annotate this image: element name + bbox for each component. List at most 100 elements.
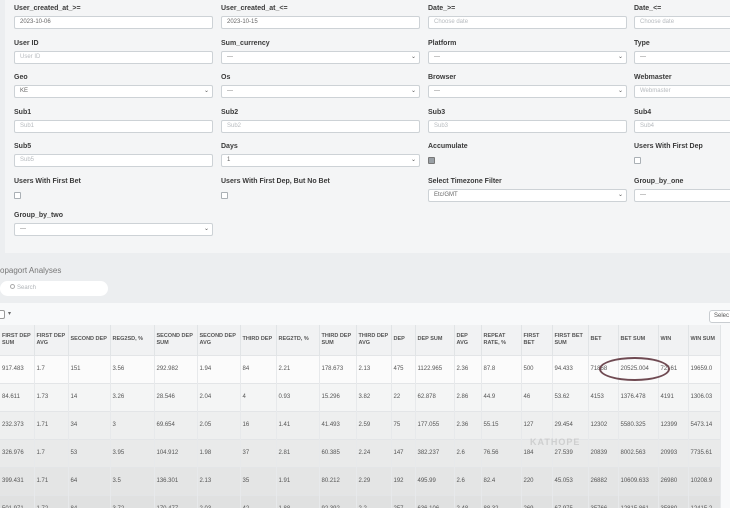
column-header[interactable]: DEP AVG: [454, 325, 482, 355]
table-cell: 87.8: [481, 354, 522, 383]
group-by-one-select[interactable]: ---⌄: [634, 189, 730, 202]
select-value: ---: [640, 192, 646, 198]
accumulate-checkbox[interactable]: [428, 157, 435, 164]
table-cell: 82.4: [481, 466, 522, 495]
table-cell: 3.72: [110, 494, 155, 508]
table-cell: 1.73: [34, 382, 69, 411]
table-cell: 80.212: [319, 466, 357, 495]
table-cell: 127: [521, 410, 553, 439]
date-to-input[interactable]: Choose date: [634, 16, 730, 29]
geo-select[interactable]: KE ⌄: [14, 85, 213, 98]
table-cell: 495.99: [415, 466, 455, 495]
column-header[interactable]: SECOND DEP SUM: [154, 325, 198, 355]
field-label: User_created_at_<=: [221, 5, 288, 12]
table-cell: 917.483: [0, 354, 35, 383]
column-header[interactable]: THIRD DEP AVG: [356, 325, 392, 355]
table-cell: 192: [391, 466, 416, 495]
column-header[interactable]: REG2TD, %: [276, 325, 320, 355]
user-id-input[interactable]: User ID: [14, 51, 213, 64]
table-cell: 84: [240, 354, 277, 383]
select-value: KE: [20, 88, 29, 94]
column-header[interactable]: THIRD DEP SUM: [319, 325, 357, 355]
table-cell: 220: [521, 466, 553, 495]
browser-select[interactable]: --- ⌄: [428, 85, 627, 98]
table-cell: 2.36: [454, 354, 482, 383]
group-by-one-field: Group_by_one ---⌄: [634, 175, 730, 202]
table-cell: 12815.861: [618, 494, 659, 508]
column-header[interactable]: DEP SUM: [415, 325, 455, 355]
table-cell: 2.21: [276, 354, 320, 383]
users-first-bet-checkbox[interactable]: [14, 192, 21, 199]
type-select[interactable]: ---⌄: [634, 51, 730, 64]
table-cell: 8002.563: [618, 438, 659, 467]
column-header[interactable]: SECOND DEP: [68, 325, 111, 355]
os-field: Os --- ⌄: [221, 71, 420, 98]
field-label: Days: [221, 143, 238, 150]
chevron-down-icon: ⌄: [203, 226, 209, 232]
table-cell: 12415.2: [688, 494, 721, 508]
table-cell: 35766: [588, 494, 619, 508]
select-value: Etc/GMT: [434, 192, 458, 198]
column-header[interactable]: BET SUM: [618, 325, 659, 355]
table-cell: 3.56: [110, 354, 155, 383]
days-select[interactable]: 1 ⌄: [221, 154, 420, 167]
column-header[interactable]: WIN SUM: [688, 325, 721, 355]
users-first-bet-field: Users With First Bet: [14, 175, 213, 199]
table-cell: 26980: [658, 466, 689, 495]
sub5-input[interactable]: Sub5: [14, 154, 213, 167]
group-by-two-select[interactable]: --- ⌄: [14, 223, 213, 236]
column-header[interactable]: FIRST BET: [521, 325, 553, 355]
select-value: ---: [640, 54, 646, 60]
timezone-select[interactable]: Etc/GMT ⌄: [428, 189, 627, 202]
table-cell: 53: [68, 438, 111, 467]
sub3-input[interactable]: Sub3: [428, 120, 627, 133]
field-label: Sub1: [14, 109, 32, 116]
platform-select[interactable]: --- ⌄: [428, 51, 627, 64]
report-page: { "filters": { "user_created_from": {"la…: [0, 0, 730, 508]
select-all-checkbox[interactable]: [0, 310, 5, 319]
user-id-field: User ID User ID: [14, 37, 213, 64]
table-cell: 2.6: [454, 466, 482, 495]
table-cell: 20993: [658, 438, 689, 467]
column-header[interactable]: FIRST BET SUM: [552, 325, 589, 355]
table-cell: 1.7: [34, 354, 69, 383]
sub4-input[interactable]: Sub4: [634, 120, 730, 133]
column-header[interactable]: FIRST DEP SUM: [0, 325, 35, 355]
column-header[interactable]: BET: [588, 325, 619, 355]
table-cell: 53.62: [552, 382, 589, 411]
date-from-input[interactable]: Choose date: [428, 16, 627, 29]
column-header[interactable]: THIRD DEP: [240, 325, 277, 355]
field-label: Group_by_one: [634, 178, 684, 185]
user-created-to-field: User_created_at_<= 2023-10-15: [221, 2, 420, 29]
column-header[interactable]: FIRST DEP AVG: [34, 325, 69, 355]
table-cell: 84: [68, 494, 111, 508]
table-cell: 1.41: [276, 410, 320, 439]
search-input[interactable]: Search: [0, 281, 108, 296]
column-header[interactable]: DEP: [391, 325, 416, 355]
table-cell: 2.29: [356, 466, 392, 495]
select-button[interactable]: Selec: [709, 310, 730, 323]
sub2-input[interactable]: Sub2: [221, 120, 420, 133]
table-cell: 64: [68, 466, 111, 495]
sum-currency-select[interactable]: --- ⌄: [221, 51, 420, 64]
table-cell: 60.385: [319, 438, 357, 467]
column-header[interactable]: WIN: [658, 325, 689, 355]
table-cell: 35880: [658, 494, 689, 508]
table-row: 232.373 1.71 34 3 69.654 2.05 16 1.41 41.493 2.59…: [0, 410, 721, 439]
column-header[interactable]: REPEAT RATE, %: [481, 325, 522, 355]
field-label: Users With First Dep, But No Bet: [221, 178, 330, 185]
sub1-input[interactable]: Sub1: [14, 120, 213, 133]
column-header[interactable]: SECOND DEP AVG: [197, 325, 241, 355]
users-first-dep-no-bet-checkbox[interactable]: [221, 192, 228, 199]
users-first-dep-checkbox[interactable]: [634, 157, 641, 164]
select-value: ---: [434, 54, 440, 60]
chevron-down-icon: ⌄: [410, 157, 416, 163]
table-cell: 292.982: [154, 354, 198, 383]
chevron-down-icon[interactable]: ▾: [8, 310, 11, 317]
os-select[interactable]: --- ⌄: [221, 85, 420, 98]
webmaster-input[interactable]: Webmaster: [634, 85, 730, 98]
table-cell: 69.654: [154, 410, 198, 439]
user-created-from-input[interactable]: 2023-10-06: [14, 16, 213, 29]
column-header[interactable]: REG2SD, %: [110, 325, 155, 355]
user-created-to-input[interactable]: 2023-10-15: [221, 16, 420, 29]
